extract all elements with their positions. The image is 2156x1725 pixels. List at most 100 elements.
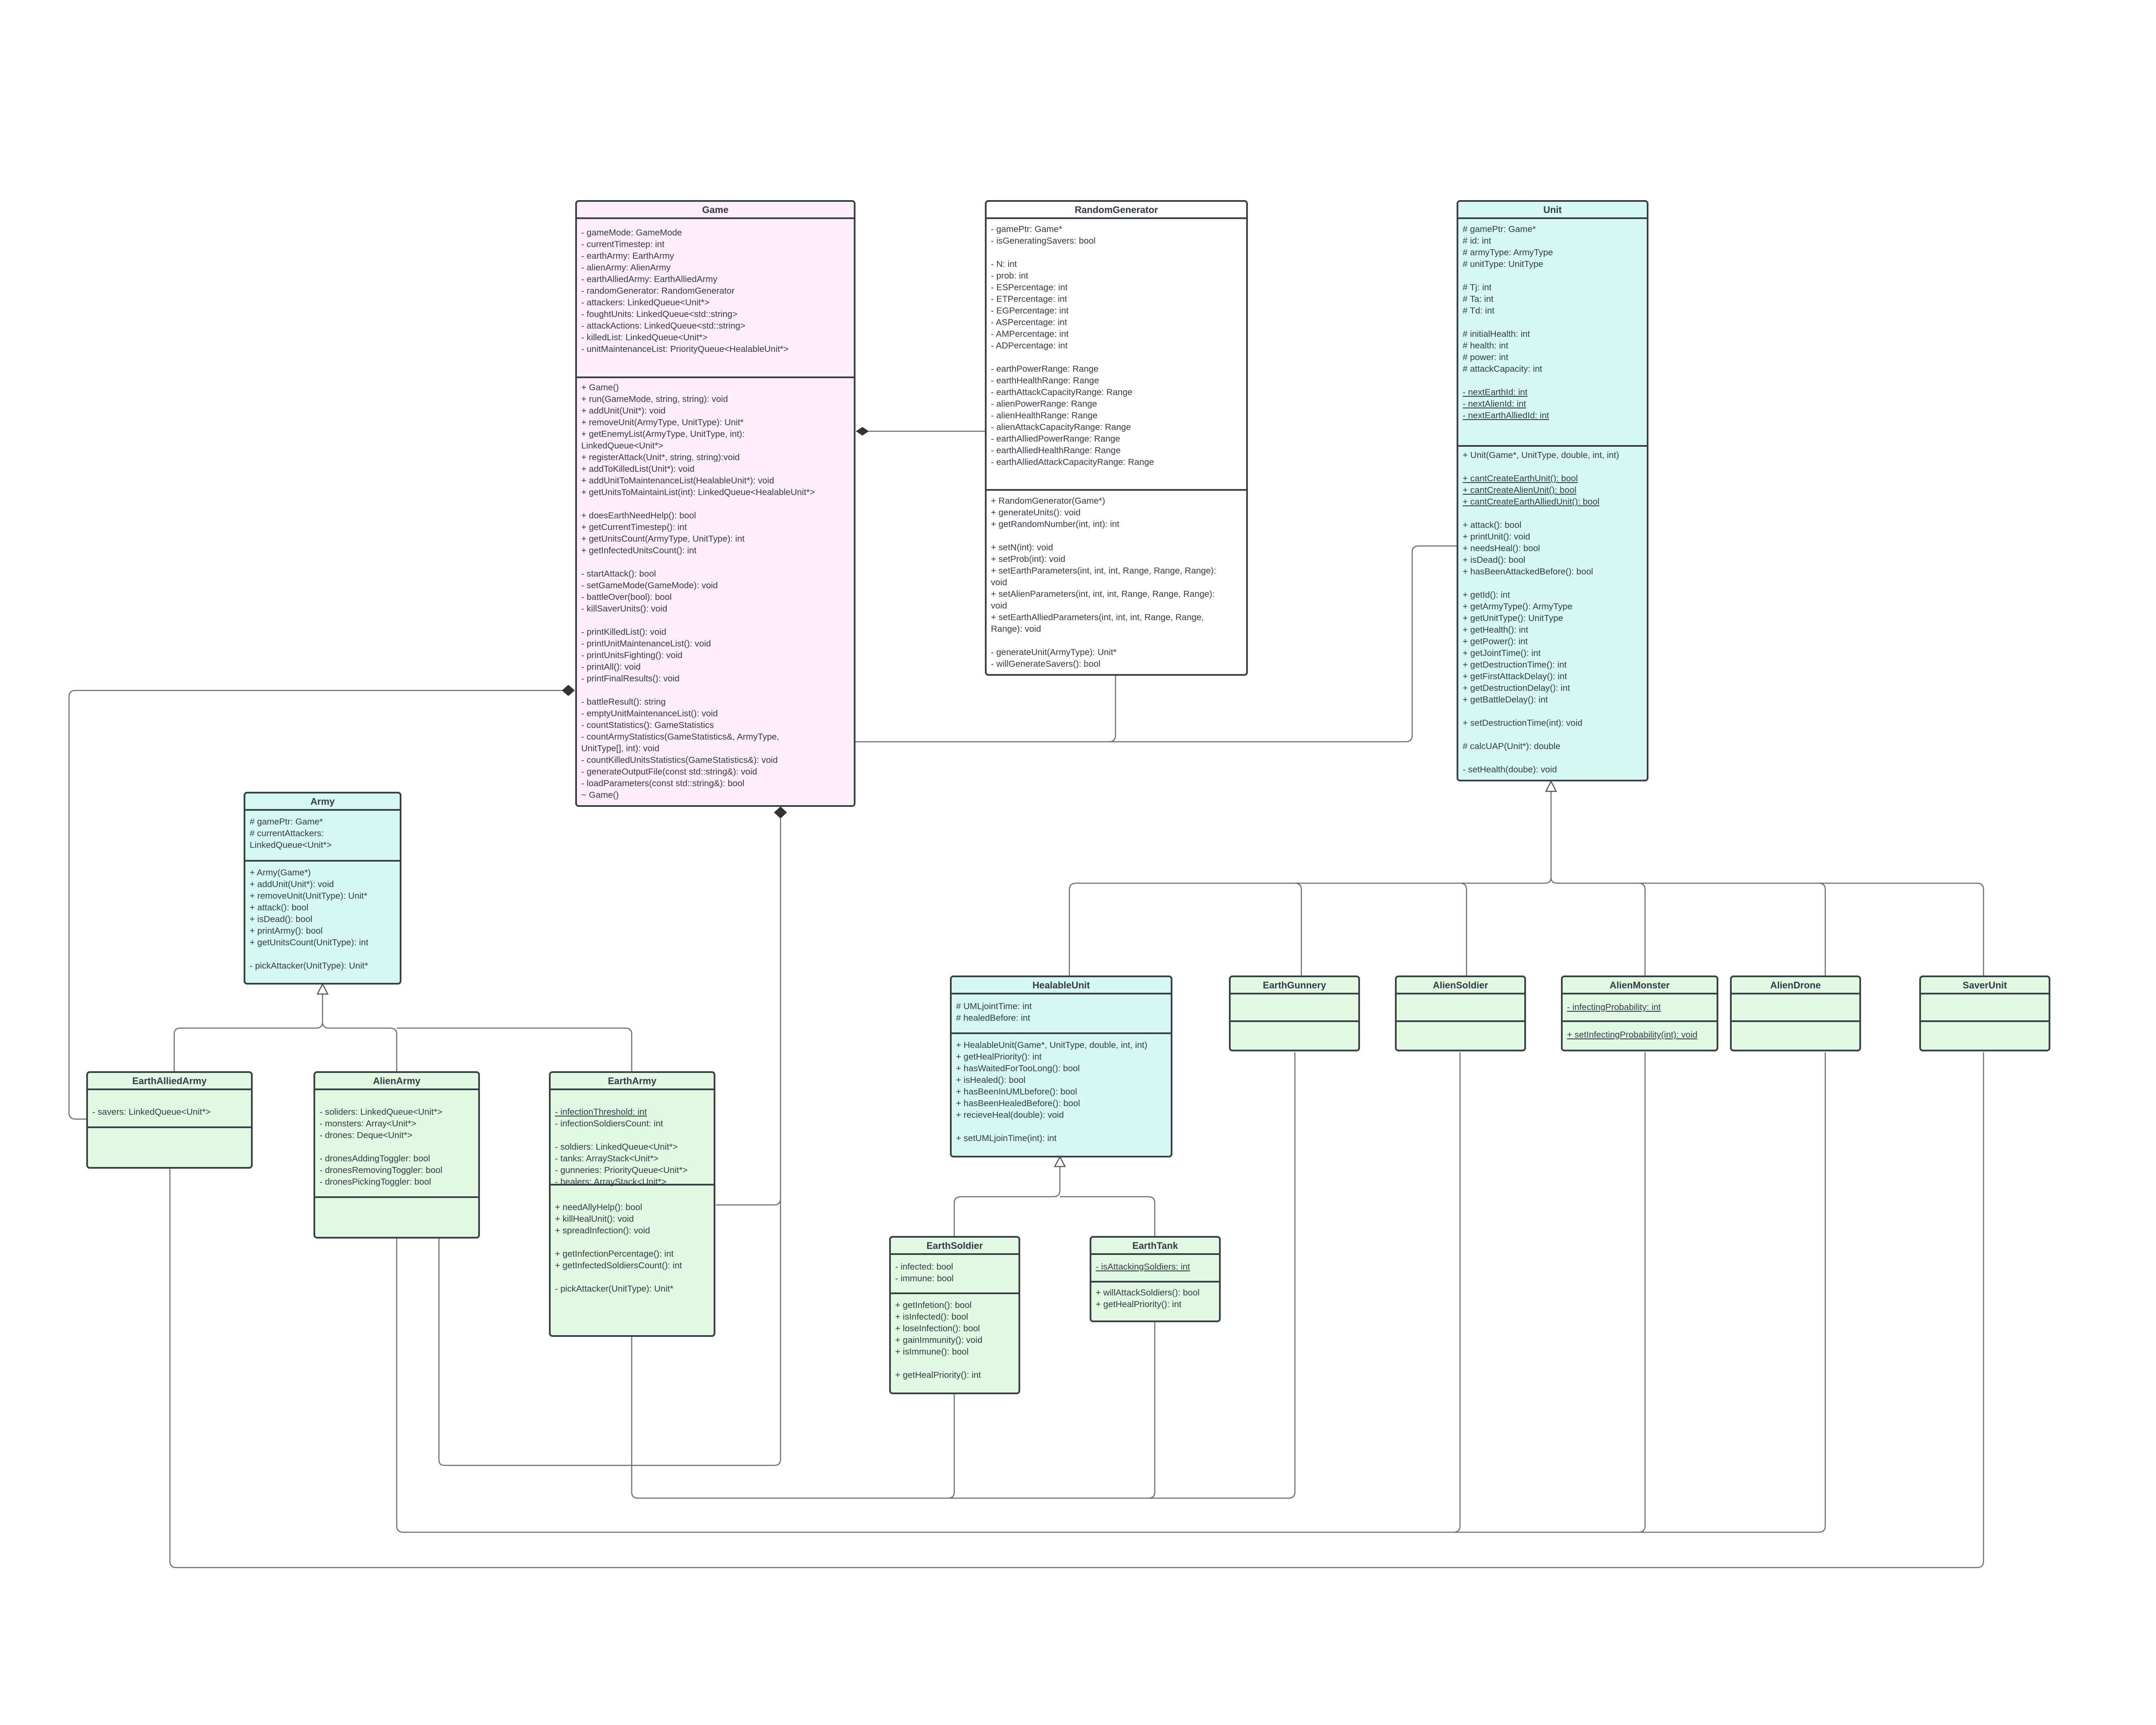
class-member: + getId(): int — [1463, 590, 1510, 600]
class-game[interactable]: Game - gameMode: GameMode - currentTimest… — [575, 200, 856, 807]
class-member: - ETPercentage: int — [991, 294, 1067, 304]
class-title: AlienMonster — [1563, 977, 1717, 994]
member-spacer — [1463, 375, 1642, 386]
member-spacer — [991, 635, 1242, 646]
class-member: - attackers: LinkedQueue<Unit*> — [581, 298, 710, 307]
class-member: UnitType[], int): void — [581, 743, 660, 753]
class-member: - ESPercentage: int — [991, 282, 1068, 292]
class-member: + isImmune(): bool — [895, 1347, 969, 1357]
class-member: - generateOutputFile(const std::string&)… — [581, 767, 757, 777]
class-member: # id: int — [1463, 236, 1492, 246]
class-member: - monsters: Array<Unit*> — [320, 1119, 417, 1129]
class-member: - infected: bool — [895, 1262, 953, 1272]
class-member: - alienAttackCapacityRange: Range — [991, 422, 1131, 432]
class-saver-unit[interactable]: SaverUnit — [1919, 975, 2050, 1051]
class-member: + getUnitsCount(UnitType): int — [250, 938, 369, 947]
member-spacer — [581, 556, 849, 568]
class-member: + spreadInfection(): void — [555, 1226, 650, 1236]
class-earth-gunnery[interactable]: EarthGunnery — [1229, 975, 1360, 1051]
operations-section — [1397, 1022, 1524, 1050]
class-earth-soldier[interactable]: EarthSoldier - infected: bool - immune: b… — [889, 1236, 1020, 1394]
class-member: - nextEarthId: int — [1463, 387, 1528, 397]
class-earth-allied-army[interactable]: EarthAlliedArmy - savers: LinkedQueue<Un… — [86, 1071, 253, 1169]
class-member: + Army(Game*) — [250, 868, 311, 878]
attributes-section: - gameMode: GameMode - currentTimestep: i… — [577, 219, 854, 378]
operations-section — [1732, 1022, 1859, 1050]
class-member: LinkedQueue<Unit*> — [250, 840, 332, 850]
class-army[interactable]: Army # gamePtr: Game* # currentAttackers:… — [244, 792, 401, 985]
class-member: + hasBeenAttackedBefore(): bool — [1463, 567, 1593, 577]
class-earth-tank[interactable]: EarthTank - isAttackingSoldiers: int + w… — [1090, 1236, 1221, 1322]
class-member: # calcUAP(Unit*): double — [1463, 741, 1561, 751]
operations-section: + getInfetion(): bool + isInfected(): boo… — [891, 1294, 1018, 1393]
class-member: # UMLjointTime: int — [956, 1001, 1032, 1011]
class-member: + Game() — [581, 383, 619, 392]
class-member: - earthHealthRange: Range — [991, 376, 1099, 386]
class-member: - killSaverUnits(): void — [581, 604, 667, 614]
class-earth-army[interactable]: EarthArmy - infectionThreshold: int - inf… — [549, 1071, 715, 1337]
class-member: - N: int — [991, 259, 1017, 269]
attributes-section: - savers: LinkedQueue<Unit*> — [88, 1090, 251, 1128]
attributes-section — [1231, 994, 1358, 1022]
member-spacer — [1463, 270, 1642, 282]
class-alien-soldier[interactable]: AlienSoldier — [1395, 975, 1526, 1051]
attributes-section: - isAttackingSoldiers: int — [1091, 1255, 1219, 1283]
class-member: + getBattleDelay(): int — [1463, 695, 1548, 705]
class-member: + RandomGenerator(Game*) — [991, 496, 1105, 506]
class-member: - countKilledUnitsStatistics(GameStatist… — [581, 755, 778, 765]
class-member: + getEnemyList(ArmyType, UnitType, int): — [581, 429, 745, 439]
class-member: - setGameMode(GameMode): void — [581, 580, 718, 590]
class-member: + getInfectedUnitsCount(): int — [581, 546, 697, 555]
class-member: + getUnitsToMaintainList(int): LinkedQue… — [581, 487, 815, 497]
attributes-section: - soliders: LinkedQueue<Unit*> - monsters… — [315, 1090, 478, 1198]
class-member: # gamePtr: Game* — [1463, 224, 1536, 234]
class-member: - setHealth(doube): void — [1463, 765, 1557, 775]
class-alien-army[interactable]: AlienArmy - soliders: LinkedQueue<Unit*>… — [313, 1071, 480, 1239]
class-member: + setDestructionTime(int): void — [1463, 718, 1583, 728]
class-member: void — [991, 577, 1007, 587]
class-member: + setEarthParameters(int, int, int, Rang… — [991, 566, 1216, 576]
class-member: + removeUnit(ArmyType, UnitType): Unit* — [581, 417, 744, 427]
class-member: # unitType: UnitType — [1463, 259, 1543, 269]
class-member: + addUnitToMaintenanceList(HealableUnit*… — [581, 476, 774, 486]
class-member: - attackActions: LinkedQueue<std::string… — [581, 321, 746, 331]
member-spacer — [250, 948, 395, 960]
member-spacer — [1463, 729, 1642, 740]
attributes-section — [1921, 994, 2049, 1022]
class-member: + attack(): bool — [250, 903, 309, 913]
class-member: + killHealUnit(): void — [555, 1214, 634, 1224]
class-member: - printUnitsFighting(): void — [581, 650, 683, 660]
class-member: - ADPercentage: int — [991, 341, 1068, 351]
class-title: AlienArmy — [315, 1073, 478, 1090]
class-title: EarthArmy — [551, 1073, 714, 1090]
member-spacer — [555, 1095, 709, 1106]
class-member: # gamePtr: Game* — [250, 817, 323, 827]
class-member: + loseInfection(): bool — [895, 1324, 980, 1333]
class-member: + getHealPriority(): int — [956, 1052, 1042, 1062]
composition-diamond-armies — [774, 806, 787, 819]
class-member: - dronesPickingToggler: bool — [320, 1177, 431, 1187]
class-member: + registerAttack(Unit*, string, string):… — [581, 452, 740, 462]
class-member: - pickAttacker(UnitType): Unit* — [250, 961, 368, 971]
class-member: + attack(): bool — [1463, 520, 1522, 530]
class-member: # armyType: ArmyType — [1463, 248, 1553, 257]
class-title: Unit — [1458, 202, 1647, 219]
class-healable-unit[interactable]: HealableUnit # UMLjointTime: int # healed… — [950, 975, 1172, 1157]
class-alien-monster[interactable]: AlienMonster - infectingProbability: int… — [1561, 975, 1718, 1051]
class-member: # Tj: int — [1463, 282, 1492, 292]
class-member: + Unit(Game*, UnitType, double, int, int… — [1463, 450, 1619, 460]
operations-section: + willAttackSoldiers(): bool + getHealPri… — [1091, 1283, 1219, 1320]
class-member: ~ Game() — [581, 790, 619, 800]
attributes-section: - infectingProbability: int — [1563, 994, 1717, 1022]
class-member: + HealableUnit(Game*, UnitType, double, … — [956, 1040, 1147, 1050]
member-spacer — [1463, 577, 1642, 589]
class-member: + getHealth(): int — [1463, 625, 1529, 635]
member-spacer — [991, 247, 1242, 258]
class-member: - willGenerateSavers(): bool — [991, 659, 1101, 669]
class-member: - dronesRemovingToggler: bool — [320, 1165, 442, 1175]
class-alien-drone[interactable]: AlienDrone — [1730, 975, 1861, 1051]
class-member: - earthAlliedAttackCapacityRange: Range — [991, 457, 1154, 467]
composition-diamond-randomgenerator — [856, 427, 869, 436]
class-random-generator[interactable]: RandomGenerator - gamePtr: Game* - isGene… — [985, 200, 1248, 676]
class-unit[interactable]: Unit # gamePtr: Game* # id: int # armyType… — [1457, 200, 1648, 781]
